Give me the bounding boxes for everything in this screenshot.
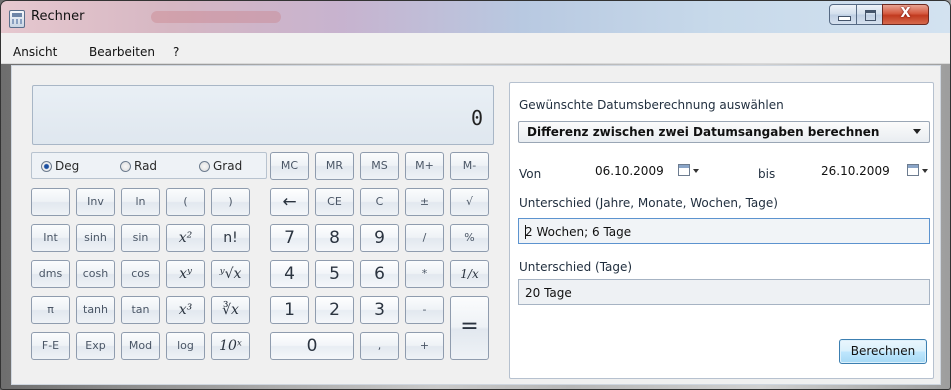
key-cos[interactable]: cos xyxy=(121,260,160,288)
radio-icon xyxy=(120,161,131,172)
key-sin[interactable]: sin xyxy=(121,224,160,252)
date-calc-mode-select[interactable]: Differenz zwischen zwei Datumsangaben be… xyxy=(518,121,930,143)
days-label: Unterschied (Tage) xyxy=(519,260,633,274)
minimize-icon xyxy=(838,16,851,21)
key-mod[interactable]: Mod xyxy=(121,332,160,360)
key-m-plus[interactable]: M+ xyxy=(405,152,444,180)
from-date-value: 06.10.2009 xyxy=(595,164,664,178)
key-4[interactable]: 4 xyxy=(270,260,309,288)
from-date-picker[interactable]: 06.10.2009 xyxy=(595,161,715,183)
key-log[interactable]: log xyxy=(166,332,205,360)
difference-field[interactable]: 2 Wochen; 6 Tage xyxy=(518,218,930,244)
key-m-minus[interactable]: M- xyxy=(450,152,489,180)
maximize-button[interactable] xyxy=(856,4,883,25)
key-x-cubed[interactable]: x³ xyxy=(166,296,205,324)
key-pi[interactable]: π xyxy=(31,296,70,324)
calculator-window: Rechner X Ansicht Bearbeiten ? 0 Deg Rad… xyxy=(0,0,951,390)
key-x-squared[interactable]: x² xyxy=(166,224,205,252)
key-int[interactable]: Int xyxy=(31,224,70,252)
key-x-power-y[interactable]: xʸ xyxy=(166,260,205,288)
key-cube-root[interactable]: ∛x xyxy=(211,296,250,324)
angle-mode-group: Deg Rad Grad xyxy=(31,152,267,179)
menu-bar: Ansicht Bearbeiten ? xyxy=(1,33,950,64)
date-calc-heading: Gewünschte Datumsberechnung auswählen xyxy=(519,98,784,112)
maximize-icon xyxy=(865,10,876,21)
key-plus-minus[interactable]: ± xyxy=(405,188,444,216)
key-7[interactable]: 7 xyxy=(270,224,309,252)
key-y-root-x[interactable]: ʸ√x xyxy=(211,260,250,288)
key-exp[interactable]: Exp xyxy=(76,332,115,360)
from-label: Von xyxy=(519,167,542,181)
menu-help[interactable]: ? xyxy=(173,45,179,59)
key-ce[interactable]: CE xyxy=(315,188,354,216)
difference-value: 2 Wochen; 6 Tage xyxy=(525,225,632,239)
key-decimal[interactable]: , xyxy=(360,332,399,360)
difference-label: Unterschied (Jahre, Monate, Wochen, Tage… xyxy=(519,196,778,210)
key-0[interactable]: 0 xyxy=(270,332,354,360)
key-backspace[interactable]: ← xyxy=(270,188,309,216)
menu-bearbeiten[interactable]: Bearbeiten xyxy=(89,45,155,59)
key-plus[interactable]: + xyxy=(405,332,444,360)
date-calc-mode-value: Differenz zwischen zwei Datumsangaben be… xyxy=(527,125,880,139)
to-label: bis xyxy=(758,167,776,181)
key-2[interactable]: 2 xyxy=(315,296,354,324)
key-mr[interactable]: MR xyxy=(315,152,354,180)
date-calculation-panel: Gewünschte Datumsberechnung auswählen Di… xyxy=(509,82,934,379)
calendar-icon[interactable] xyxy=(678,163,700,179)
display-value: 0 xyxy=(470,106,483,130)
key-mc[interactable]: MC xyxy=(270,152,309,180)
key-minus[interactable]: - xyxy=(405,296,444,324)
key-ms[interactable]: MS xyxy=(360,152,399,180)
key-multiply[interactable]: * xyxy=(405,260,444,288)
radio-icon xyxy=(199,161,210,172)
calendar-icon[interactable] xyxy=(907,163,929,179)
key-blank[interactable] xyxy=(31,188,70,216)
radio-selected-icon xyxy=(41,161,52,172)
minimize-button[interactable] xyxy=(829,4,857,25)
key-sqrt[interactable]: √ xyxy=(450,188,489,216)
key-3[interactable]: 3 xyxy=(360,296,399,324)
key-1[interactable]: 1 xyxy=(270,296,309,324)
key-open-paren[interactable]: ( xyxy=(166,188,205,216)
days-value: 20 Tage xyxy=(525,286,572,300)
calculator-app-icon xyxy=(9,10,25,28)
key-6[interactable]: 6 xyxy=(360,260,399,288)
key-8[interactable]: 8 xyxy=(315,224,354,252)
title-bar[interactable]: Rechner X xyxy=(1,1,950,33)
key-fe[interactable]: F-E xyxy=(31,332,70,360)
key-factorial[interactable]: n! xyxy=(211,224,250,252)
background-blur xyxy=(151,11,281,23)
key-close-paren[interactable]: ) xyxy=(211,188,250,216)
to-date-value: 26.10.2009 xyxy=(821,164,890,178)
window-title: Rechner xyxy=(31,9,85,24)
key-ln[interactable]: ln xyxy=(121,188,160,216)
calculator-body: 0 Deg Rad Grad MC MR MS M+ M- Inv ln ( )… xyxy=(11,65,941,385)
key-divide[interactable]: / xyxy=(405,224,444,252)
key-reciprocal[interactable]: 1/x xyxy=(450,260,489,288)
menu-ansicht[interactable]: Ansicht xyxy=(13,45,57,59)
key-percent[interactable]: % xyxy=(450,224,489,252)
close-button[interactable]: X xyxy=(882,4,929,25)
key-inv[interactable]: Inv xyxy=(76,188,115,216)
days-field[interactable]: 20 Tage xyxy=(518,279,930,305)
display: 0 xyxy=(32,85,494,145)
key-ten-power-x[interactable]: 10ˣ xyxy=(211,332,250,360)
calculate-button[interactable]: Berechnen xyxy=(839,339,927,364)
key-sinh[interactable]: sinh xyxy=(76,224,115,252)
chevron-down-icon xyxy=(913,129,921,134)
radio-grad[interactable]: Grad xyxy=(199,159,242,173)
key-cosh[interactable]: cosh xyxy=(76,260,115,288)
key-5[interactable]: 5 xyxy=(315,260,354,288)
radio-deg[interactable]: Deg xyxy=(41,159,79,173)
key-tan[interactable]: tan xyxy=(121,296,160,324)
radio-rad[interactable]: Rad xyxy=(120,159,157,173)
to-date-picker[interactable]: 26.10.2009 xyxy=(821,161,933,183)
key-tanh[interactable]: tanh xyxy=(76,296,115,324)
close-icon: X xyxy=(900,6,911,21)
key-dms[interactable]: dms xyxy=(31,260,70,288)
key-c[interactable]: C xyxy=(360,188,399,216)
key-equals[interactable]: = xyxy=(450,296,489,360)
key-9[interactable]: 9 xyxy=(360,224,399,252)
